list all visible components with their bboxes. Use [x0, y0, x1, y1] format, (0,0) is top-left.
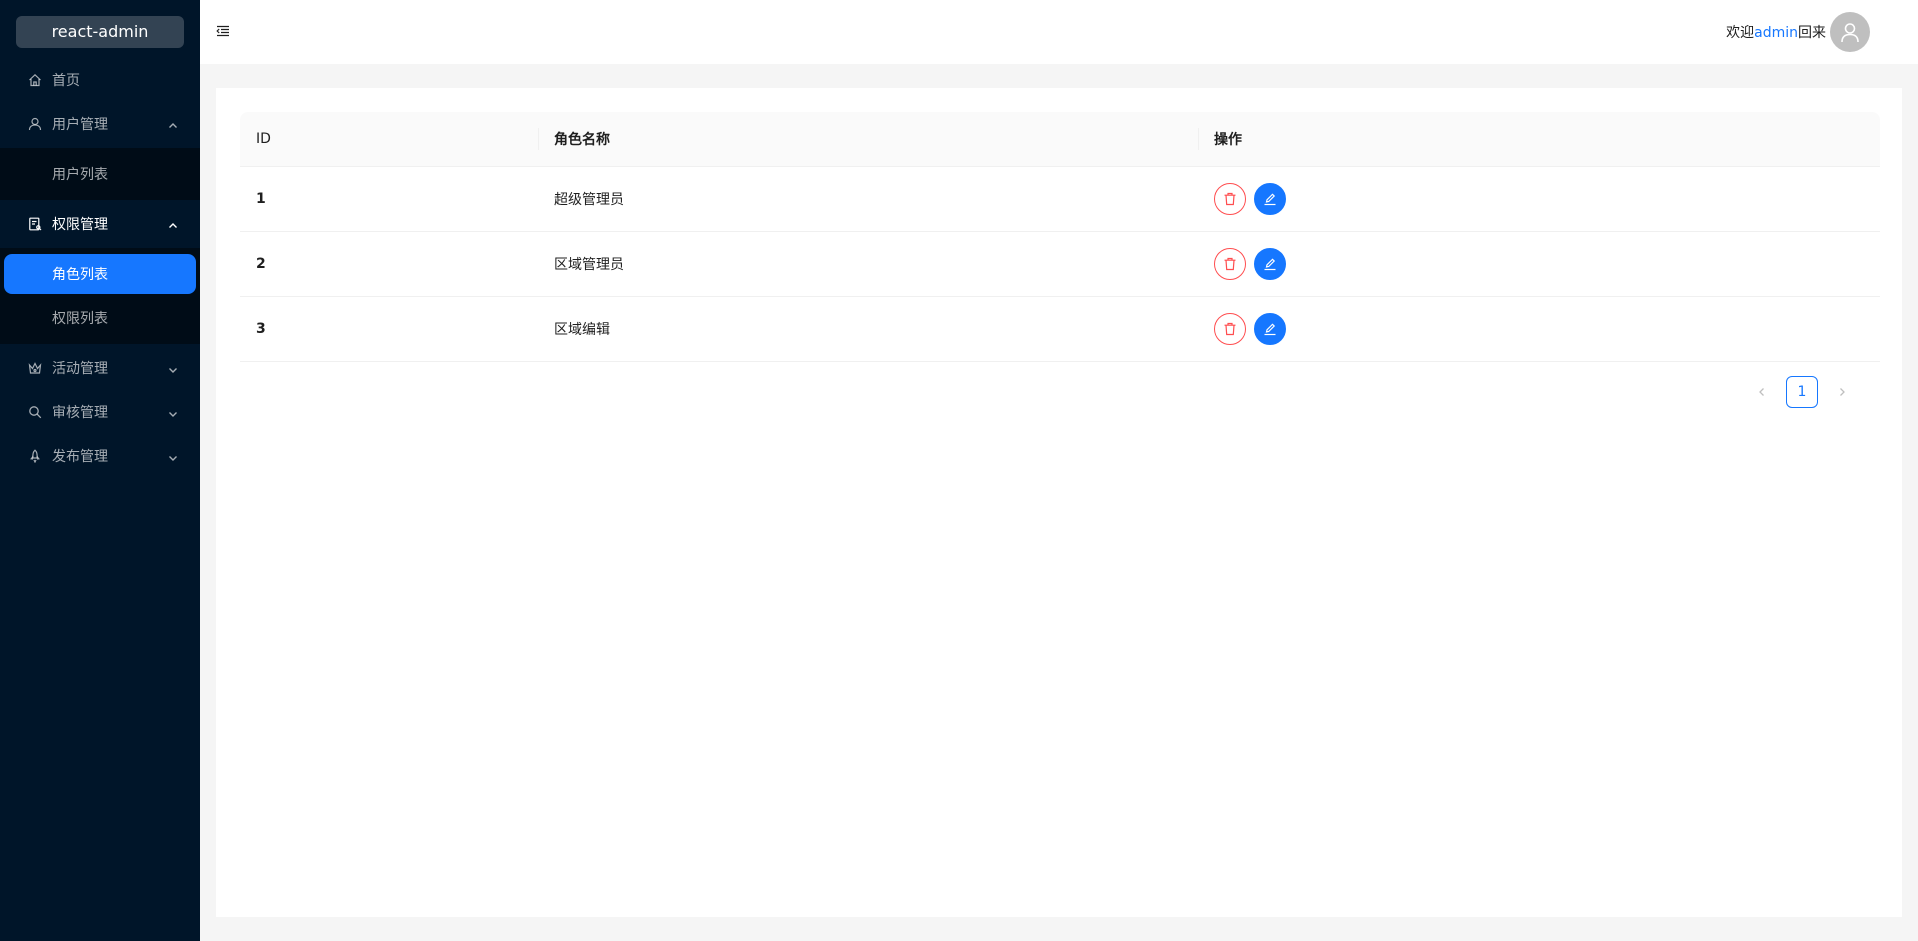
sidebar-item-label: 用户管理 — [52, 117, 108, 133]
sidebar-item-role-list[interactable]: 角色列表 — [4, 254, 196, 294]
chevron-right-icon — [1840, 388, 1845, 396]
search-icon — [28, 405, 42, 419]
sidebar-item-label: 活动管理 — [52, 361, 108, 377]
submenu-user-mgmt: 用户列表 — [0, 148, 200, 200]
sidebar-item-publish-mgmt[interactable]: 发布管理 — [4, 436, 196, 476]
chevron-left-icon — [1759, 388, 1764, 396]
chevron-down-icon — [168, 363, 178, 373]
rocket-icon — [28, 449, 42, 463]
home-icon — [28, 73, 42, 87]
cell-id: 3 — [240, 296, 538, 362]
next-page-button[interactable] — [1826, 376, 1858, 408]
column-header-role-name: 角色名称 — [538, 112, 1198, 167]
sidebar-item-perm-list[interactable]: 权限列表 — [4, 298, 196, 338]
cell-id: 2 — [240, 231, 538, 297]
sidebar-item-home[interactable]: 首页 — [4, 60, 196, 100]
sidebar-item-perm-mgmt[interactable]: 权限管理 — [4, 204, 196, 244]
top-header: 欢迎admin回来 — [200, 0, 1918, 64]
cell-role-name: 超级管理员 — [538, 166, 1198, 232]
cell-actions — [1198, 231, 1880, 297]
welcome-prefix: 欢迎 — [1726, 25, 1755, 41]
sidebar-item-label: 权限管理 — [52, 217, 108, 233]
table-row: 1 超级管理员 — [240, 166, 1880, 232]
sidebar-item-user-mgmt[interactable]: 用户管理 — [4, 104, 196, 144]
user-avatar-icon — [1841, 23, 1859, 43]
user-icon — [28, 117, 42, 131]
chevron-up-icon — [168, 219, 178, 229]
delete-button[interactable] — [1214, 247, 1246, 280]
chevron-down-icon — [168, 451, 178, 461]
table-header-row: ID 角色名称 操作 — [240, 112, 1880, 167]
table-row: 2 区域管理员 — [240, 231, 1880, 297]
column-header-actions: 操作 — [1198, 112, 1880, 167]
edit-icon — [1264, 192, 1276, 205]
crown-icon — [28, 361, 42, 375]
sidebar: react-admin 首页 用户管理 用户列表 权限管理 角色列表 权限列表 … — [0, 0, 200, 941]
cell-role-name: 区域编辑 — [538, 296, 1198, 362]
sidebar-menu: 首页 用户管理 用户列表 权限管理 角色列表 权限列表 活动管理 审核管理 发布… — [0, 60, 200, 476]
delete-icon — [1224, 257, 1236, 270]
chevron-up-icon — [168, 119, 178, 129]
main-content: ID 角色名称 操作 1 超级管理员 2 区域管理员 3 区域编辑 1 — [216, 88, 1902, 917]
cell-id: 1 — [240, 166, 538, 232]
welcome-text: 欢迎admin回来 — [1726, 22, 1826, 42]
username: admin — [1754, 25, 1798, 41]
edit-button[interactable] — [1254, 247, 1286, 280]
sidebar-item-user-list[interactable]: 用户列表 — [4, 154, 196, 194]
avatar[interactable] — [1830, 12, 1870, 52]
audit-icon — [28, 217, 42, 231]
cell-actions — [1198, 166, 1880, 232]
role-table: ID 角色名称 操作 1 超级管理员 2 区域管理员 3 区域编辑 — [240, 112, 1880, 362]
edit-button[interactable] — [1254, 182, 1286, 215]
delete-icon — [1224, 322, 1236, 335]
prev-page-button[interactable] — [1746, 376, 1778, 408]
app-logo: react-admin — [16, 16, 184, 48]
sidebar-item-activity-mgmt[interactable]: 活动管理 — [4, 348, 196, 388]
delete-button[interactable] — [1214, 182, 1246, 215]
edit-button[interactable] — [1254, 312, 1286, 345]
delete-icon — [1224, 192, 1236, 205]
column-header-id: ID — [240, 112, 538, 167]
delete-button[interactable] — [1214, 312, 1246, 345]
sidebar-item-review-mgmt[interactable]: 审核管理 — [4, 392, 196, 432]
welcome-suffix: 回来 — [1798, 25, 1826, 41]
page-item-current[interactable]: 1 — [1786, 376, 1818, 408]
edit-icon — [1264, 257, 1276, 270]
sidebar-item-label: 审核管理 — [52, 405, 108, 421]
cell-role-name: 区域管理员 — [538, 231, 1198, 297]
sidebar-item-label: 首页 — [52, 73, 80, 89]
table-row: 3 区域编辑 — [240, 296, 1880, 362]
cell-actions — [1198, 296, 1880, 362]
sidebar-item-label: 发布管理 — [52, 449, 108, 465]
submenu-perm-mgmt: 角色列表 权限列表 — [0, 248, 200, 344]
chevron-down-icon — [168, 407, 178, 417]
menu-fold-icon[interactable] — [216, 24, 230, 38]
edit-icon — [1264, 322, 1276, 335]
pagination: 1 — [1742, 376, 1862, 408]
